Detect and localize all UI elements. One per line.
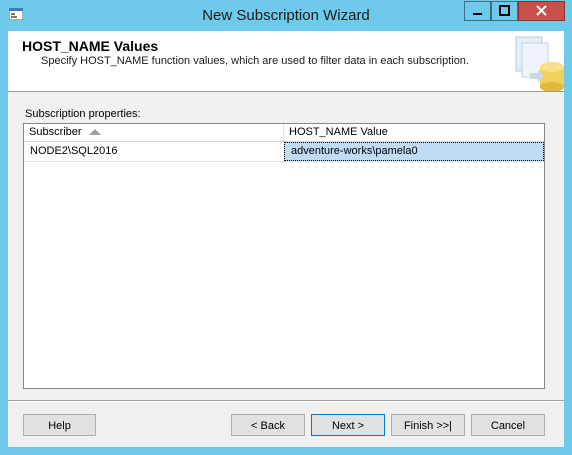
close-button[interactable] [518, 1, 565, 21]
subscription-properties-label: Subscription properties: [25, 108, 141, 120]
minimize-button[interactable] [464, 1, 491, 21]
column-header-label: Subscriber [29, 126, 82, 138]
maximize-icon [499, 5, 510, 16]
page-title: HOST_NAME Values [22, 38, 159, 54]
help-button[interactable]: Help [23, 414, 96, 436]
maximize-button[interactable] [491, 1, 518, 21]
minimize-icon [473, 13, 482, 15]
table-row[interactable]: NODE2\SQL2016 adventure-works\pamela0 [24, 142, 544, 162]
column-header-host-name-value[interactable]: HOST_NAME Value [284, 124, 544, 141]
back-button[interactable]: < Back [231, 414, 305, 436]
subscriber-cell[interactable]: NODE2\SQL2016 [24, 142, 284, 161]
sort-ascending-icon [89, 129, 101, 135]
subscription-properties-grid[interactable]: Subscriber HOST_NAME Value NODE2\SQL2016… [23, 123, 545, 389]
grid-header: Subscriber HOST_NAME Value [24, 124, 544, 142]
page-subtitle: Specify HOST_NAME function values, which… [41, 55, 469, 67]
column-header-label: HOST_NAME Value [289, 126, 388, 138]
column-header-subscriber[interactable]: Subscriber [24, 124, 284, 141]
next-button[interactable]: Next > [311, 414, 385, 436]
footer-divider [8, 400, 564, 402]
close-icon [536, 5, 547, 16]
title-bar[interactable]: New Subscription Wizard [0, 0, 572, 30]
wizard-window: New Subscription Wizard HOST_NAME Values… [0, 0, 572, 455]
database-wizard-icon [515, 36, 564, 91]
page-header: HOST_NAME Values Specify HOST_NAME funct… [8, 31, 564, 92]
wizard-client-area: HOST_NAME Values Specify HOST_NAME funct… [8, 31, 564, 447]
cancel-button[interactable]: Cancel [471, 414, 545, 436]
host-name-value-cell[interactable]: adventure-works\pamela0 [284, 142, 544, 161]
finish-button[interactable]: Finish >>| [391, 414, 465, 436]
